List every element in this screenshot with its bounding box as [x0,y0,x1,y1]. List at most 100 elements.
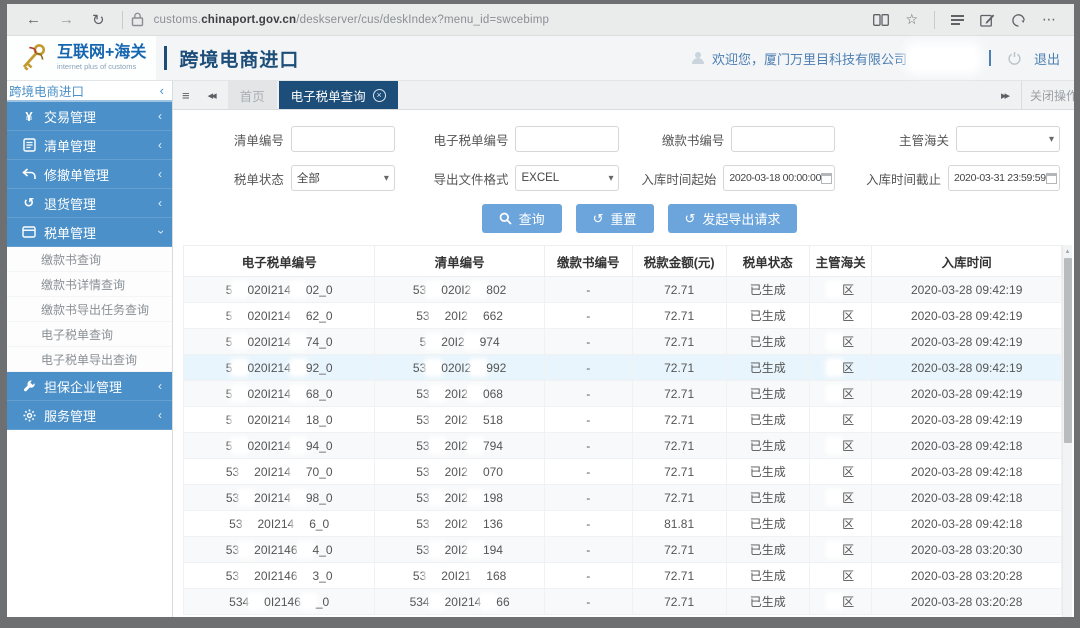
cell-etax-no[interactable]: 5020I21402_0 [184,277,375,303]
col-header-status[interactable]: 税单状态 [726,246,809,277]
tab-etax-bill-query[interactable]: 电子税单查询 × [279,81,398,109]
submenu-payment-detail-query[interactable]: 缴款书详情查询 [7,272,172,297]
table-row[interactable]: 5020I21468_05320I2068-72.71已生成区2020-03-2… [184,381,1062,407]
cell-time: 2020-03-28 09:42:18 [872,485,1062,511]
main-area: 跨境电商进口 ‹ ¥ 交易管理 ‹ 清单管理 ‹ 修撤单管理 ‹ [7,81,1074,617]
submenu-payment-export-task-query[interactable]: 缴款书导出任务查询 [7,297,172,322]
submenu-etax-bill-query[interactable]: 电子税单查询 [7,322,172,347]
cell-status: 已生成 [726,355,809,381]
search-icon [499,212,512,225]
table-row[interactable]: 5020I21474_0520I2974-72.71已生成区2020-03-28… [184,329,1062,355]
web-note-icon[interactable] [980,13,995,27]
close-tab-icon[interactable]: × [373,89,386,102]
cell-etax-no[interactable]: 5020I21462_0 [184,303,375,329]
refresh-icon[interactable]: ↻ [92,11,105,29]
scroll-up-arrow-icon[interactable]: ▴ [1063,245,1072,257]
chevron-left-icon: ‹ [158,408,162,422]
sidebar-item-service-mgmt[interactable]: 服务管理 ‹ [7,401,172,430]
table-row[interactable]: 5020I21418_05320I2518-72.71已生成区2020-03-2… [184,407,1062,433]
export-format-select[interactable]: EXCEL▾ [515,165,619,191]
cell-amount: 72.71 [632,277,726,303]
export-request-button[interactable]: ↺ 发起导出请求 [668,204,798,233]
col-header-time[interactable]: 入库时间 [872,246,1062,277]
back-icon[interactable]: ← [26,11,41,28]
forward-icon[interactable]: → [59,11,74,28]
cell-etax-no[interactable]: 5020I21468_0 [184,381,375,407]
redacted-segment [240,543,253,556]
redacted-segment [828,439,841,452]
submenu-payment-query[interactable]: 缴款书查询 [7,247,172,272]
reset-button[interactable]: ↺ 重置 [576,204,654,233]
cell-status: 已生成 [726,381,809,407]
power-icon[interactable] [1007,51,1022,66]
col-header-etax-no[interactable]: 电子税单编号 [184,246,375,277]
submenu-etax-bill-export-query[interactable]: 电子税单导出查询 [7,347,172,372]
customs-select[interactable]: ▾ [956,126,1060,152]
share-icon[interactable] [1011,13,1026,27]
sidebar-item-guarantee-enterprise-mgmt[interactable]: 担保企业管理 ‹ [7,372,172,401]
tab-home[interactable]: 首页 [228,81,277,109]
cell-customs: 区 [809,329,871,355]
more-options-icon[interactable]: ⋯ [1042,11,1056,28]
cell-etax-no[interactable]: 5320I21464_0 [184,537,375,563]
hub-icon[interactable] [951,13,964,27]
cell-etax-no[interactable]: 5020I21474_0 [184,329,375,355]
col-header-customs[interactable]: 主管海关 [809,246,871,277]
reading-view-icon[interactable] [873,14,889,26]
close-operations-button[interactable]: 关闭操作 [1030,87,1074,104]
cell-etax-no[interactable]: 5340I2146_0 [184,589,375,615]
favorites-star-icon[interactable]: ☆ [905,11,918,28]
col-header-payment-no[interactable]: 缴款书编号 [544,246,632,277]
table-row[interactable]: 5020I21492_053020I2992-72.71已生成区2020-03-… [184,355,1062,381]
col-header-list-no[interactable]: 清单编号 [375,246,544,277]
cell-amount: 72.71 [632,355,726,381]
table-row[interactable]: 5320I21498_05320I2198-72.71已生成区2020-03-2… [184,485,1062,511]
cell-etax-no[interactable]: 5320I21470_0 [184,459,375,485]
payment-no-input[interactable] [731,126,835,152]
date-value: 2020-03-18 00:00:00 [729,172,821,184]
logout-button[interactable]: 退出 [1034,49,1060,68]
cell-etax-no[interactable]: 5020I21418_0 [184,407,375,433]
sidebar-header[interactable]: 跨境电商进口 ‹ [7,81,172,102]
table-row[interactable]: 5340I2146_053420I21466-72.71已生成区2020-03-… [184,589,1062,615]
query-button[interactable]: 查询 [482,204,562,233]
sidebar-item-returns-mgmt[interactable]: ↺ 退货管理 ‹ [7,189,172,218]
button-label: 查询 [519,209,545,228]
table-row[interactable]: 5020I21494_05320I2794-72.71已生成区2020-03-2… [184,433,1062,459]
address-bar[interactable]: customs.chinaport.gov.cn/deskserver/cus/… [154,14,866,26]
table-row[interactable]: 5320I2146_05320I2136-81.81已生成区2020-03-28… [184,511,1062,537]
cell-amount: 72.71 [632,407,726,433]
cell-etax-no[interactable]: 5320I21498_0 [184,485,375,511]
cell-etax-no[interactable]: 5320I21463_0 [184,563,375,589]
sidebar-item-transaction-mgmt[interactable]: ¥ 交易管理 ‹ [7,102,172,131]
table-row[interactable]: 5320I21463_05320I21168-72.71已生成区2020-03-… [184,563,1062,589]
etax-no-input[interactable] [515,126,619,152]
menu-toggle-icon[interactable]: ≡ [182,88,190,103]
scroll-tabs-right-icon[interactable]: ▸▸ [1001,89,1008,102]
scroll-tabs-left-icon[interactable]: ◂◂ [208,89,215,102]
sidebar-item-tax-bill-mgmt[interactable]: 税单管理 ‹ [7,218,172,247]
table-row[interactable]: 5020I21462_05320I2662-72.71已生成区2020-03-2… [184,303,1062,329]
cell-etax-no[interactable]: 5020I21492_0 [184,355,375,381]
col-header-amount[interactable]: 税款金额(元) [632,246,726,277]
cell-list-no: 5320I2518 [375,407,544,433]
table-row[interactable]: 5020I21402_053020I2802-72.71已生成区2020-03-… [184,277,1062,303]
redacted-segment [828,465,841,478]
table-row[interactable]: 5320I21470_05320I2070-72.71已生成区2020-03-2… [184,459,1062,485]
cell-payment-no: - [544,303,632,329]
time-start-input[interactable]: 2020-03-18 00:00:00 [723,165,835,191]
cell-etax-no[interactable]: 5320I2146_0 [184,511,375,537]
time-end-input[interactable]: 2020-03-31 23:59:59 [948,165,1060,191]
table-row[interactable]: 5320I21464_05320I2194-72.71已生成区2020-03-2… [184,537,1062,563]
sidebar-item-list-mgmt[interactable]: 清单管理 ‹ [7,131,172,160]
status-select[interactable]: 全部▾ [291,165,395,191]
cell-list-no: 5320I2794 [375,433,544,459]
sidebar-item-amend-cancel-mgmt[interactable]: 修撤单管理 ‹ [7,160,172,189]
cell-list-no: 5320I2198 [375,485,544,511]
calendar-icon[interactable] [1046,173,1057,184]
list-no-input[interactable] [291,126,395,152]
cell-etax-no[interactable]: 5020I21494_0 [184,433,375,459]
scrollbar-thumb[interactable] [1064,258,1072,443]
vertical-scrollbar[interactable]: ▴ [1062,245,1072,617]
calendar-icon[interactable] [821,173,832,184]
